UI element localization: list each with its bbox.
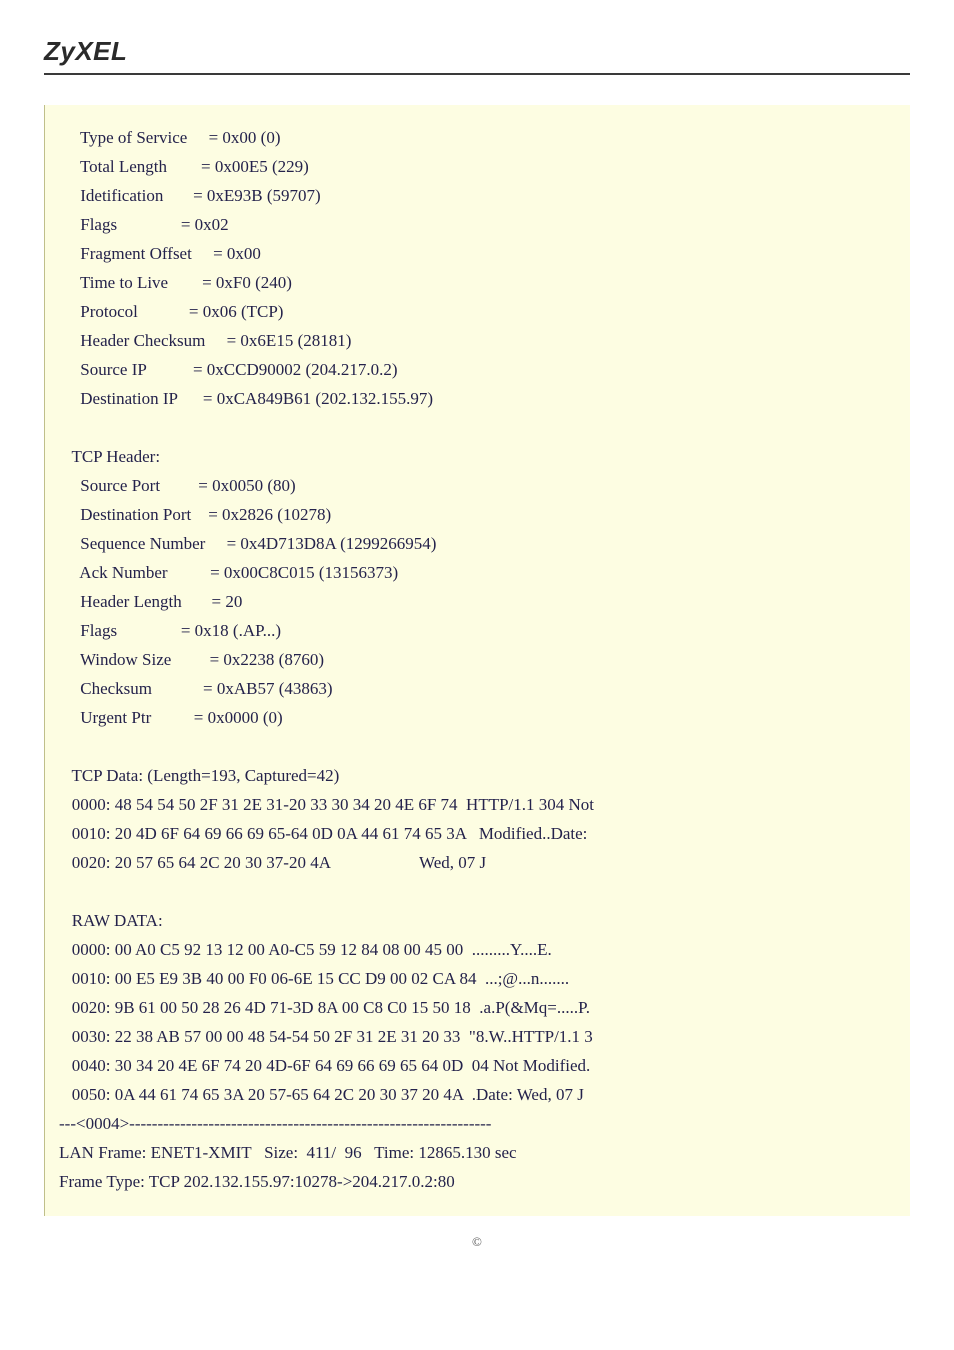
- header-rule: ZyXEL: [44, 36, 910, 75]
- page-footer: ©: [44, 1234, 910, 1250]
- brand-logo: ZyXEL: [44, 36, 127, 66]
- document-page: ZyXEL Type of Service = 0x00 (0) Total L…: [0, 0, 954, 1350]
- packet-dump-panel: Type of Service = 0x00 (0) Total Length …: [44, 105, 910, 1216]
